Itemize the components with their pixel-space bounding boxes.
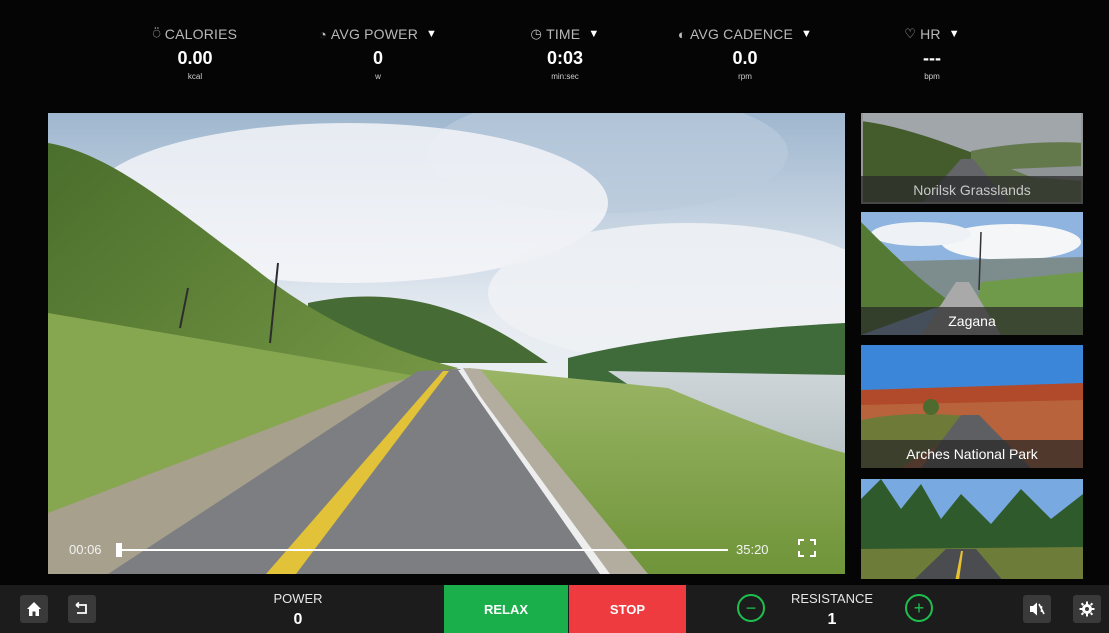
route-list[interactable]: Norilsk Grasslands Zagana Arches Nationa… bbox=[861, 113, 1083, 579]
route-card[interactable]: Arches National Park bbox=[861, 345, 1083, 468]
stat-value: 0:03 bbox=[546, 48, 584, 68]
power-readout: POWER 0 bbox=[258, 591, 338, 629]
stat-unit: min:sec bbox=[551, 72, 579, 81]
route-title: Zagana bbox=[861, 307, 1083, 335]
route-thumbnail bbox=[861, 479, 1083, 579]
route-card[interactable]: Zagana bbox=[861, 212, 1083, 335]
stat-value: 0.00 bbox=[177, 48, 213, 68]
caret-down-icon[interactable]: ▼ bbox=[588, 28, 599, 40]
mute-button[interactable] bbox=[1023, 595, 1051, 623]
caret-down-icon[interactable]: ▼ bbox=[949, 28, 960, 40]
elapsed-time: 00:06 bbox=[69, 542, 102, 557]
power-label: POWER bbox=[273, 591, 323, 606]
stat-avg-power[interactable]: ◔ AVG POWER ▼ 0 w bbox=[308, 26, 448, 81]
stat-time[interactable]: ◷ TIME ▼ 0:03 min:sec bbox=[495, 26, 635, 81]
speaker-muted-icon bbox=[1030, 602, 1045, 616]
stat-value: 0 bbox=[372, 48, 383, 68]
video-frame bbox=[48, 113, 845, 574]
seek-bar[interactable]: 00:06 35:20 bbox=[48, 538, 845, 564]
stop-button[interactable]: STOP bbox=[569, 585, 686, 633]
stat-calories: ⍥ CALORIES 0.00 kcal bbox=[125, 26, 265, 81]
stat-label: CALORIES bbox=[164, 26, 238, 42]
control-bar: POWER 0 RELAX STOP − RESISTANCE 1 + bbox=[0, 585, 1109, 633]
resistance-label: RESISTANCE bbox=[790, 591, 874, 606]
stat-unit: rpm bbox=[738, 72, 752, 81]
stat-label: HR bbox=[920, 26, 941, 42]
video-player[interactable]: 00:06 35:20 bbox=[48, 113, 845, 574]
seek-track[interactable] bbox=[118, 549, 728, 551]
cadence-icon: ◐ bbox=[677, 26, 686, 42]
caret-down-icon[interactable]: ▼ bbox=[426, 28, 437, 40]
route-title: Norilsk Grasslands bbox=[861, 176, 1083, 204]
heart-icon: ♡ bbox=[904, 26, 917, 41]
settings-button[interactable] bbox=[1073, 595, 1101, 623]
stats-bar: ⍥ CALORIES 0.00 kcal ◔ AVG POWER ▼ 0 w ◷… bbox=[0, 0, 1109, 105]
seek-thumb[interactable] bbox=[116, 543, 122, 557]
relax-button[interactable]: RELAX bbox=[444, 585, 568, 633]
stat-avg-cadence[interactable]: ◐ AVG CADENCE ▼ 0.0 rpm bbox=[675, 26, 815, 81]
power-value: 0 bbox=[293, 611, 303, 628]
gauge-icon: ◔ bbox=[318, 26, 327, 42]
back-button[interactable] bbox=[68, 595, 96, 623]
stat-value: --- bbox=[923, 48, 941, 68]
stat-label: AVG POWER bbox=[330, 26, 419, 42]
stat-label: TIME bbox=[546, 26, 581, 42]
stat-unit: kcal bbox=[187, 72, 203, 81]
stat-value: 0.0 bbox=[732, 48, 758, 68]
route-title: Arches National Park bbox=[861, 440, 1083, 468]
caret-down-icon[interactable]: ▼ bbox=[801, 28, 812, 40]
resistance-increase-button[interactable]: + bbox=[905, 594, 933, 622]
fullscreen-icon[interactable] bbox=[798, 539, 816, 557]
stat-label: AVG CADENCE bbox=[689, 26, 794, 42]
home-icon bbox=[27, 602, 41, 616]
route-card[interactable]: Norilsk Grasslands bbox=[861, 113, 1083, 204]
resistance-readout: RESISTANCE 1 bbox=[772, 591, 892, 629]
route-card[interactable] bbox=[861, 479, 1083, 579]
stat-hr[interactable]: ♡ HR ▼ --- bpm bbox=[862, 26, 1002, 81]
home-button[interactable] bbox=[20, 595, 48, 623]
duration-time: 35:20 bbox=[736, 542, 769, 557]
flame-icon: ⍥ bbox=[152, 26, 161, 41]
gear-icon bbox=[1079, 601, 1095, 617]
stat-unit: w bbox=[375, 72, 381, 81]
stat-unit: bpm bbox=[924, 72, 940, 81]
resistance-decrease-button[interactable]: − bbox=[737, 594, 765, 622]
clock-icon: ◷ bbox=[530, 26, 543, 41]
back-icon bbox=[75, 601, 87, 614]
resistance-value: 1 bbox=[827, 611, 837, 628]
